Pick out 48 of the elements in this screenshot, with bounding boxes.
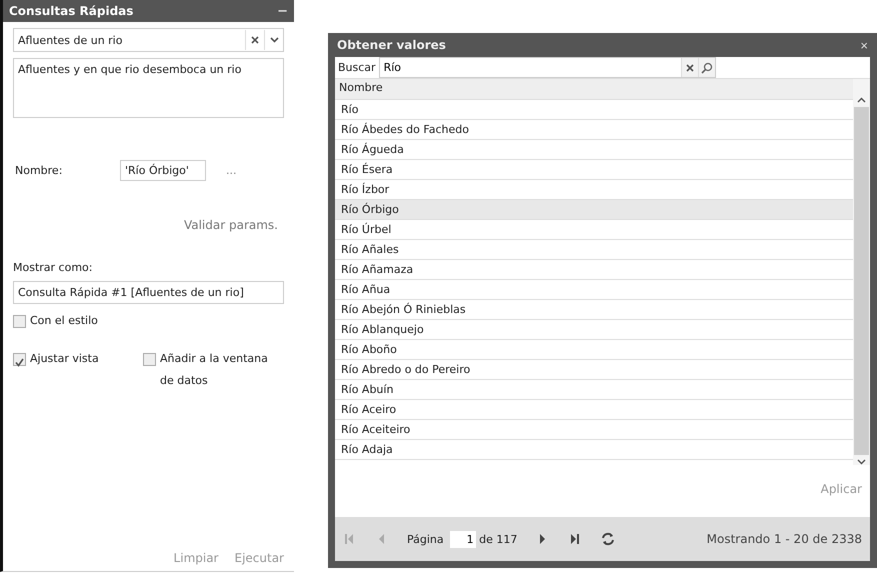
- list-row[interactable]: Río Órbigo: [335, 200, 853, 220]
- list-row[interactable]: Río Aceiteiro: [335, 420, 853, 440]
- refresh-icon[interactable]: [601, 532, 616, 546]
- show-as-field[interactable]: Consulta Rápida #1 [Afluentes de un rio]: [13, 281, 284, 304]
- list-row[interactable]: Río Abuín: [335, 380, 853, 400]
- list-row[interactable]: Río Aboño: [335, 340, 853, 360]
- show-as-label: Mostrar como:: [13, 261, 94, 274]
- param-field[interactable]: 'Río Órbigo': [120, 160, 206, 181]
- scroll-down-icon[interactable]: [857, 459, 866, 465]
- panel-title: Consultas Rápidas: [9, 4, 134, 18]
- scroll-up-icon[interactable]: [857, 97, 866, 103]
- list-row[interactable]: Río Añua: [335, 280, 853, 300]
- search-icon[interactable]: [698, 58, 715, 77]
- checkbox-label: Ajustar vista: [30, 351, 99, 367]
- checkbox[interactable]: [143, 353, 156, 366]
- search-box[interactable]: Río: [378, 57, 716, 78]
- list-row[interactable]: Río Ésera: [335, 160, 853, 180]
- list-row[interactable]: Río Águeda: [335, 140, 853, 160]
- collapse-button[interactable]: −: [277, 4, 288, 18]
- validate-link[interactable]: Validar params.: [178, 217, 284, 233]
- checkbox[interactable]: [13, 353, 26, 366]
- list-row[interactable]: Río Ablanquejo: [335, 320, 853, 340]
- page-count: de 117: [478, 532, 518, 546]
- close-button[interactable]: ×: [860, 38, 868, 52]
- dialog-title: Obtener valores: [337, 38, 446, 52]
- checkbox[interactable]: [13, 315, 26, 328]
- list-row[interactable]: Río Abredo o do Pereiro: [335, 360, 853, 380]
- checkbox-label: Con el estilo: [30, 313, 98, 329]
- list-row[interactable]: Río Adaja: [335, 440, 853, 460]
- query-dropdown[interactable]: Afluentes de un rio: [13, 28, 284, 52]
- list-row[interactable]: Río Aceiro: [335, 400, 853, 420]
- more-button[interactable]: ...: [226, 164, 236, 177]
- list-row[interactable]: Río Añamaza: [335, 260, 853, 280]
- list-row[interactable]: Río: [335, 100, 853, 120]
- column-header[interactable]: Nombre: [335, 79, 853, 100]
- list-row[interactable]: Río Añales: [335, 240, 853, 260]
- paging-summary: Mostrando 1 - 20 de 2338: [706, 532, 862, 546]
- description-field[interactable]: Afluentes y en que rio desemboca un rio: [13, 58, 284, 118]
- last-page-icon[interactable]: [569, 533, 582, 545]
- list-row[interactable]: Río Abejón Ó Rinieblas: [335, 300, 853, 320]
- search-label: Buscar: [337, 61, 377, 74]
- list-row[interactable]: Río Úrbel: [335, 220, 853, 240]
- checkbox-label: Añadir a la ventana de datos: [160, 351, 269, 389]
- page-field[interactable]: 1: [450, 530, 476, 548]
- clear-icon[interactable]: [680, 58, 698, 77]
- list-row[interactable]: Río Ábedes do Fachedo: [335, 120, 853, 140]
- param-label: Nombre:: [15, 164, 64, 177]
- page-label: Página: [407, 532, 444, 546]
